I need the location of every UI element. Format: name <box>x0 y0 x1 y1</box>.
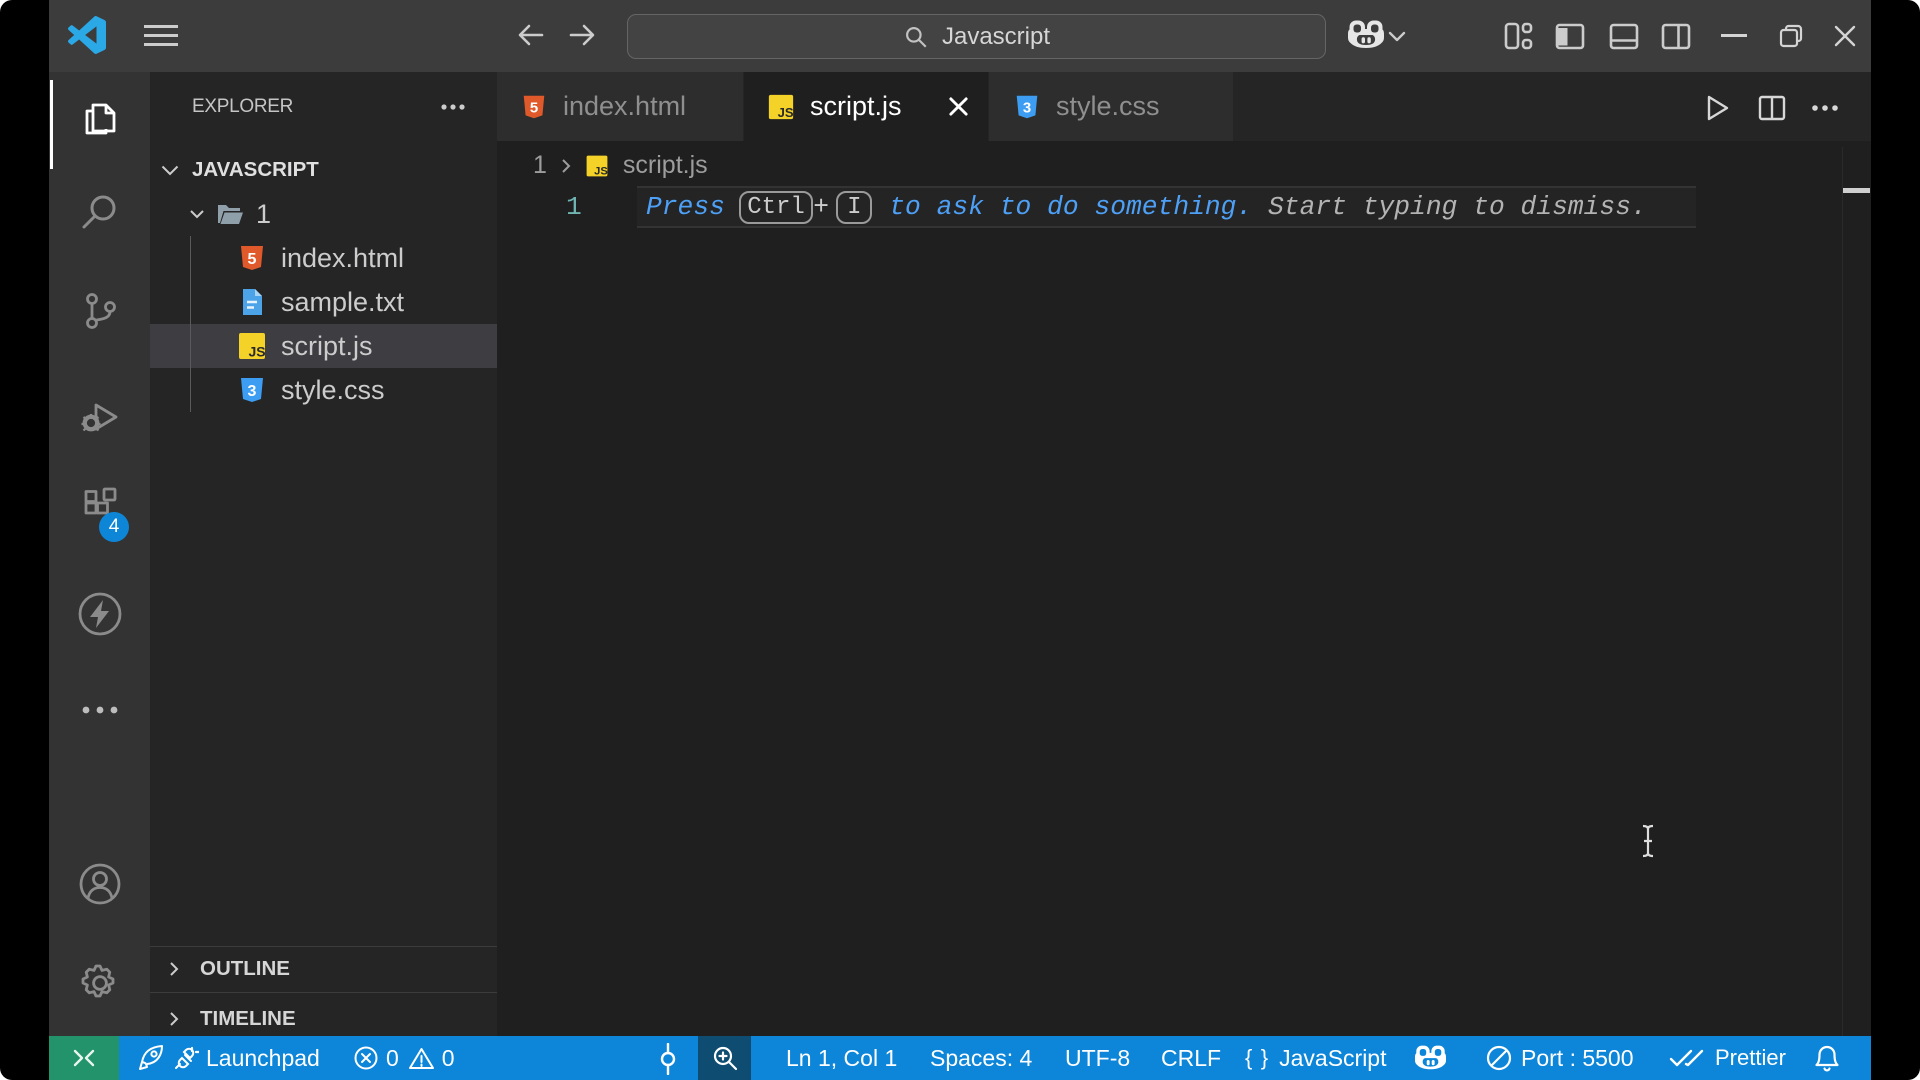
svg-text:5: 5 <box>530 99 538 116</box>
svg-text:JS: JS <box>594 165 608 177</box>
svg-text:JS: JS <box>248 344 265 360</box>
svg-text:3: 3 <box>248 383 257 400</box>
svg-text:JS: JS <box>778 104 794 119</box>
svg-text:3: 3 <box>1023 99 1031 116</box>
svg-text:5: 5 <box>248 251 257 268</box>
